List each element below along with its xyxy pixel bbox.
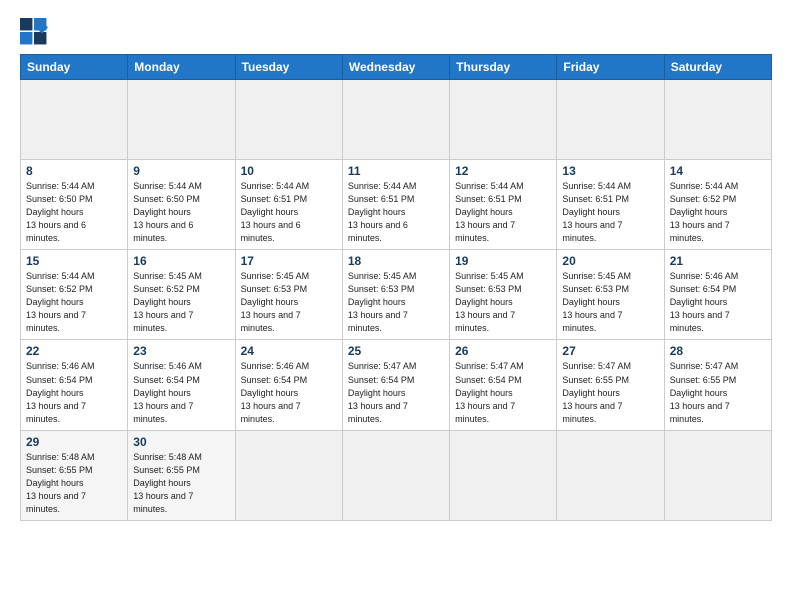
empty-cell xyxy=(664,80,771,160)
day-number: 30 xyxy=(133,435,229,449)
weekday-header-sunday: Sunday xyxy=(21,55,128,80)
day-cell-8: 8 Sunrise: 5:44 AMSunset: 6:50 PMDaylight… xyxy=(21,160,128,250)
day-info: Sunrise: 5:45 AMSunset: 6:53 PMDaylight … xyxy=(562,270,658,335)
page: SundayMondayTuesdayWednesdayThursdayFrid… xyxy=(0,0,792,531)
day-cell-27: 27 Sunrise: 5:47 AMSunset: 6:55 PMDayligh… xyxy=(557,340,664,430)
weekday-header-monday: Monday xyxy=(128,55,235,80)
day-info: Sunrise: 5:47 AMSunset: 6:54 PMDaylight … xyxy=(348,360,444,425)
day-info: Sunrise: 5:44 AMSunset: 6:51 PMDaylight … xyxy=(455,180,551,245)
day-info: Sunrise: 5:44 AMSunset: 6:51 PMDaylight … xyxy=(562,180,658,245)
calendar: SundayMondayTuesdayWednesdayThursdayFrid… xyxy=(20,54,772,521)
weekday-header-thursday: Thursday xyxy=(450,55,557,80)
day-cell-26: 26 Sunrise: 5:47 AMSunset: 6:54 PMDayligh… xyxy=(450,340,557,430)
day-info: Sunrise: 5:44 AMSunset: 6:51 PMDaylight … xyxy=(241,180,337,245)
day-number: 19 xyxy=(455,254,551,268)
day-cell-19: 19 Sunrise: 5:45 AMSunset: 6:53 PMDayligh… xyxy=(450,250,557,340)
day-info: Sunrise: 5:44 AMSunset: 6:52 PMDaylight … xyxy=(26,270,122,335)
day-info: Sunrise: 5:44 AMSunset: 6:51 PMDaylight … xyxy=(348,180,444,245)
week-row-2: 8 Sunrise: 5:44 AMSunset: 6:50 PMDaylight… xyxy=(21,160,772,250)
logo-icon xyxy=(20,18,48,46)
day-info: Sunrise: 5:46 AMSunset: 6:54 PMDaylight … xyxy=(26,360,122,425)
weekday-header-wednesday: Wednesday xyxy=(342,55,449,80)
day-info: Sunrise: 5:46 AMSunset: 6:54 PMDaylight … xyxy=(670,270,766,335)
day-number: 17 xyxy=(241,254,337,268)
day-number: 12 xyxy=(455,164,551,178)
day-info: Sunrise: 5:46 AMSunset: 6:54 PMDaylight … xyxy=(241,360,337,425)
day-cell-10: 10 Sunrise: 5:44 AMSunset: 6:51 PMDayligh… xyxy=(235,160,342,250)
weekday-header-row: SundayMondayTuesdayWednesdayThursdayFrid… xyxy=(21,55,772,80)
empty-cell xyxy=(342,80,449,160)
week-row-4: 22 Sunrise: 5:46 AMSunset: 6:54 PMDayligh… xyxy=(21,340,772,430)
day-cell-25: 25 Sunrise: 5:47 AMSunset: 6:54 PMDayligh… xyxy=(342,340,449,430)
day-info: Sunrise: 5:45 AMSunset: 6:52 PMDaylight … xyxy=(133,270,229,335)
day-info: Sunrise: 5:46 AMSunset: 6:54 PMDaylight … xyxy=(133,360,229,425)
day-cell-15: 15 Sunrise: 5:44 AMSunset: 6:52 PMDayligh… xyxy=(21,250,128,340)
day-cell-11: 11 Sunrise: 5:44 AMSunset: 6:51 PMDayligh… xyxy=(342,160,449,250)
day-info: Sunrise: 5:47 AMSunset: 6:55 PMDaylight … xyxy=(562,360,658,425)
day-cell-17: 17 Sunrise: 5:45 AMSunset: 6:53 PMDayligh… xyxy=(235,250,342,340)
day-cell-18: 18 Sunrise: 5:45 AMSunset: 6:53 PMDayligh… xyxy=(342,250,449,340)
weekday-header-tuesday: Tuesday xyxy=(235,55,342,80)
day-cell-20: 20 Sunrise: 5:45 AMSunset: 6:53 PMDayligh… xyxy=(557,250,664,340)
empty-cell xyxy=(450,430,557,520)
day-number: 16 xyxy=(133,254,229,268)
day-cell-24: 24 Sunrise: 5:46 AMSunset: 6:54 PMDayligh… xyxy=(235,340,342,430)
weekday-header-friday: Friday xyxy=(557,55,664,80)
day-number: 10 xyxy=(241,164,337,178)
day-cell-16: 16 Sunrise: 5:45 AMSunset: 6:52 PMDayligh… xyxy=(128,250,235,340)
empty-cell xyxy=(557,80,664,160)
day-cell-14: 14 Sunrise: 5:44 AMSunset: 6:52 PMDayligh… xyxy=(664,160,771,250)
day-number: 14 xyxy=(670,164,766,178)
day-number: 13 xyxy=(562,164,658,178)
day-info: Sunrise: 5:48 AMSunset: 6:55 PMDaylight … xyxy=(26,451,122,516)
day-info: Sunrise: 5:44 AMSunset: 6:50 PMDaylight … xyxy=(26,180,122,245)
empty-cell xyxy=(128,80,235,160)
day-number: 25 xyxy=(348,344,444,358)
day-cell-28: 28 Sunrise: 5:47 AMSunset: 6:55 PMDayligh… xyxy=(664,340,771,430)
day-info: Sunrise: 5:47 AMSunset: 6:54 PMDaylight … xyxy=(455,360,551,425)
weekday-header-saturday: Saturday xyxy=(664,55,771,80)
empty-cell xyxy=(342,430,449,520)
day-number: 21 xyxy=(670,254,766,268)
empty-cell xyxy=(235,80,342,160)
header xyxy=(20,18,772,46)
day-cell-29: 29 Sunrise: 5:48 AMSunset: 6:55 PMDayligh… xyxy=(21,430,128,520)
day-number: 15 xyxy=(26,254,122,268)
day-number: 28 xyxy=(670,344,766,358)
day-number: 8 xyxy=(26,164,122,178)
week-row-5: 29 Sunrise: 5:48 AMSunset: 6:55 PMDayligh… xyxy=(21,430,772,520)
day-number: 18 xyxy=(348,254,444,268)
day-cell-22: 22 Sunrise: 5:46 AMSunset: 6:54 PMDayligh… xyxy=(21,340,128,430)
day-number: 26 xyxy=(455,344,551,358)
day-number: 22 xyxy=(26,344,122,358)
day-number: 20 xyxy=(562,254,658,268)
day-number: 29 xyxy=(26,435,122,449)
logo xyxy=(20,18,52,46)
day-cell-13: 13 Sunrise: 5:44 AMSunset: 6:51 PMDayligh… xyxy=(557,160,664,250)
day-number: 23 xyxy=(133,344,229,358)
day-info: Sunrise: 5:45 AMSunset: 6:53 PMDaylight … xyxy=(348,270,444,335)
day-cell-12: 12 Sunrise: 5:44 AMSunset: 6:51 PMDayligh… xyxy=(450,160,557,250)
day-info: Sunrise: 5:44 AMSunset: 6:50 PMDaylight … xyxy=(133,180,229,245)
day-info: Sunrise: 5:45 AMSunset: 6:53 PMDaylight … xyxy=(241,270,337,335)
day-cell-30: 30 Sunrise: 5:48 AMSunset: 6:55 PMDayligh… xyxy=(128,430,235,520)
empty-cell xyxy=(664,430,771,520)
week-row-1 xyxy=(21,80,772,160)
day-number: 27 xyxy=(562,344,658,358)
day-number: 11 xyxy=(348,164,444,178)
day-number: 24 xyxy=(241,344,337,358)
day-info: Sunrise: 5:48 AMSunset: 6:55 PMDaylight … xyxy=(133,451,229,516)
day-number: 9 xyxy=(133,164,229,178)
day-info: Sunrise: 5:45 AMSunset: 6:53 PMDaylight … xyxy=(455,270,551,335)
empty-cell xyxy=(450,80,557,160)
day-cell-21: 21 Sunrise: 5:46 AMSunset: 6:54 PMDayligh… xyxy=(664,250,771,340)
day-info: Sunrise: 5:44 AMSunset: 6:52 PMDaylight … xyxy=(670,180,766,245)
day-cell-23: 23 Sunrise: 5:46 AMSunset: 6:54 PMDayligh… xyxy=(128,340,235,430)
day-info: Sunrise: 5:47 AMSunset: 6:55 PMDaylight … xyxy=(670,360,766,425)
empty-cell xyxy=(557,430,664,520)
empty-cell xyxy=(235,430,342,520)
empty-cell xyxy=(21,80,128,160)
day-cell-9: 9 Sunrise: 5:44 AMSunset: 6:50 PMDaylight… xyxy=(128,160,235,250)
week-row-3: 15 Sunrise: 5:44 AMSunset: 6:52 PMDayligh… xyxy=(21,250,772,340)
